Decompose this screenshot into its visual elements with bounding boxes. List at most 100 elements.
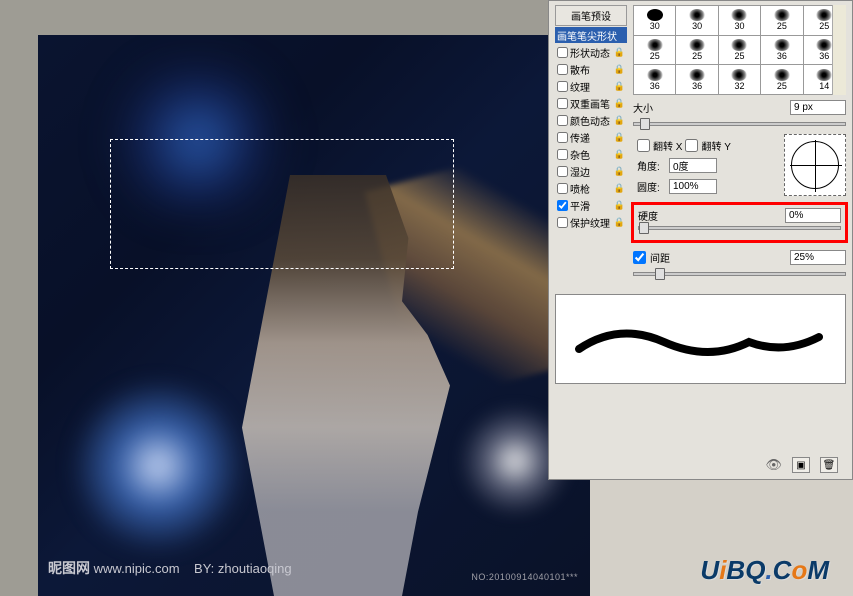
option-color-dynamics[interactable]: 颜色动态 🔒 [555,112,627,128]
uibq-logo: UiBQ.CoM [700,555,829,586]
flip-y-label: 翻转 Y [701,138,730,153]
lock-icon: 🔒 [614,217,625,228]
selection-marquee[interactable] [110,139,454,269]
size-slider[interactable] [633,122,846,126]
lock-icon: 🔒 [614,47,625,58]
lock-icon: 🔒 [614,200,625,211]
canvas-workspace: 昵图网 www.nipic.com BY: zhoutiaoqing NO:20… [0,0,590,596]
lock-icon: 🔒 [614,149,625,160]
option-label: 保护纹理 [570,215,610,230]
size-row: 大小 [633,99,846,116]
new-preset-button[interactable]: ▣ [792,457,810,473]
hardness-slider[interactable] [638,226,841,230]
size-label: 大小 [633,100,661,115]
slider-thumb[interactable] [639,222,649,234]
lock-icon: 🔒 [614,98,625,109]
lock-icon: 🔒 [614,64,625,75]
brush-tip[interactable]: 36 [634,65,675,94]
lock-icon: 🔒 [614,81,625,92]
spacing-input[interactable] [790,250,846,265]
option-label: 画笔笔尖形状 [557,28,617,43]
checkbox[interactable] [557,47,568,58]
option-smoothing[interactable]: 平滑 🔒 [555,197,627,213]
hardness-highlight: 硬度 [631,202,848,243]
checkbox[interactable] [557,149,568,160]
checkbox[interactable] [557,166,568,177]
size-input[interactable] [790,100,846,115]
roundness-row: 圆度: [637,178,778,195]
checkbox[interactable] [557,217,568,228]
scrollbar[interactable] [832,5,846,95]
checkbox[interactable] [557,98,568,109]
document-image[interactable]: 昵图网 www.nipic.com BY: zhoutiaoqing NO:20… [38,35,590,596]
angle-row: 角度: [637,157,778,174]
roundness-input[interactable] [669,179,717,194]
watermark-number: NO:20100914040101*** [471,572,578,582]
brush-tip[interactable]: 36 [676,65,717,94]
lock-icon: 🔒 [614,132,625,143]
option-label: 纹理 [570,79,590,94]
brush-tip[interactable]: 25 [761,65,802,94]
brush-tip[interactable]: 25 [634,36,675,65]
flip-x-checkbox[interactable] [637,139,650,152]
brush-tip[interactable]: 25 [676,36,717,65]
watermark-author: BY: zhoutiaoqing [194,561,292,576]
option-dual-brush[interactable]: 双重画笔 🔒 [555,95,627,111]
brush-tip[interactable]: 30 [719,6,760,35]
option-label: 传递 [570,130,590,145]
slider-thumb[interactable] [640,118,650,130]
hardness-input[interactable] [785,208,841,223]
checkbox[interactable] [557,81,568,92]
delete-button[interactable]: 🗑 [820,457,838,473]
spacing-checkbox[interactable] [633,251,646,264]
option-label: 喷枪 [570,181,590,196]
option-protect-texture[interactable]: 保护纹理 🔒 [555,214,627,230]
option-label: 平滑 [570,198,590,213]
panel-footer: 👁 ▣ 🗑 [765,457,838,473]
spacing-slider[interactable] [633,272,846,276]
brush-tip[interactable]: 30 [676,6,717,35]
brush-preview [555,294,846,384]
flip-y-checkbox[interactable] [685,139,698,152]
brush-tip[interactable]: 36 [761,36,802,65]
option-shape-dynamics[interactable]: 形状动态 🔒 [555,44,627,60]
lock-icon: 🔒 [614,166,625,177]
lock-icon: 🔒 [614,115,625,126]
brush-tip[interactable]: 25 [761,6,802,35]
option-scattering[interactable]: 散布 🔒 [555,61,627,77]
checkbox[interactable] [557,183,568,194]
brush-options-list: 画笔预设 画笔笔尖形状 形状动态 🔒 散布 🔒 纹理 🔒 双重画笔 [555,5,627,280]
option-label: 杂色 [570,147,590,162]
option-airbrush[interactable]: 喷枪 🔒 [555,180,627,196]
angle-input[interactable] [669,158,717,173]
flip-x-label: 翻转 X [653,138,682,153]
hardness-row: 硬度 [638,207,841,224]
option-noise[interactable]: 杂色 🔒 [555,146,627,162]
option-label: 颜色动态 [570,113,610,128]
option-wet-edges[interactable]: 湿边 🔒 [555,163,627,179]
watermark-url: www.nipic.com [94,561,180,576]
brush-tip-grid[interactable]: 30 30 30 25 25 25 25 25 36 36 36 36 32 2… [633,5,846,95]
checkbox[interactable] [557,64,568,75]
checkbox[interactable] [557,200,568,211]
angle-label: 角度: [637,158,665,173]
angle-circle-icon [791,141,839,189]
option-transfer[interactable]: 传递 🔒 [555,129,627,145]
eye-icon[interactable]: 👁 [765,457,782,473]
brush-tip[interactable]: 30 [634,6,675,35]
option-brush-tip-shape[interactable]: 画笔笔尖形状 [555,27,627,43]
option-label: 双重画笔 [570,96,610,111]
checkbox[interactable] [557,115,568,126]
hardness-label: 硬度 [638,208,666,223]
option-texture[interactable]: 纹理 🔒 [555,78,627,94]
brush-settings: 30 30 30 25 25 25 25 25 36 36 36 36 32 2… [633,5,846,280]
brush-tip[interactable]: 25 [719,36,760,65]
angle-control[interactable] [784,134,846,196]
slider-thumb[interactable] [655,268,665,280]
checkbox[interactable] [557,132,568,143]
brush-preset-button[interactable]: 画笔预设 [555,5,627,26]
option-label: 散布 [570,62,590,77]
watermark-site: 昵图网 [48,560,90,576]
option-label: 湿边 [570,164,590,179]
brush-tip[interactable]: 32 [719,65,760,94]
